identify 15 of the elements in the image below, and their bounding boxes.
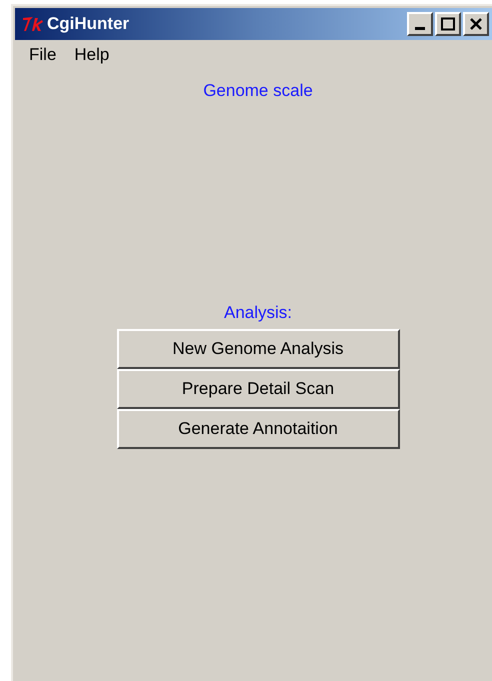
menu-item[interactable]: File — [27, 42, 58, 68]
close-button[interactable] — [463, 12, 489, 36]
window-title: CgiHunter — [47, 13, 130, 36]
feather-logo-icon — [21, 15, 45, 33]
action-button[interactable]: New Genome Analysis — [116, 329, 400, 369]
menu-item[interactable]: Help — [72, 42, 112, 68]
analysis-label: Analysis: — [224, 302, 292, 324]
minimize-button[interactable] — [407, 12, 433, 36]
minimize-icon — [415, 27, 425, 30]
action-button[interactable]: Generate Annotaition — [116, 409, 400, 449]
maximize-button[interactable] — [435, 12, 461, 36]
close-icon — [470, 18, 482, 30]
maximize-icon — [441, 17, 455, 31]
action-button[interactable]: Prepare Detail Scan — [116, 369, 400, 409]
section-heading: Genome scale — [203, 80, 313, 102]
